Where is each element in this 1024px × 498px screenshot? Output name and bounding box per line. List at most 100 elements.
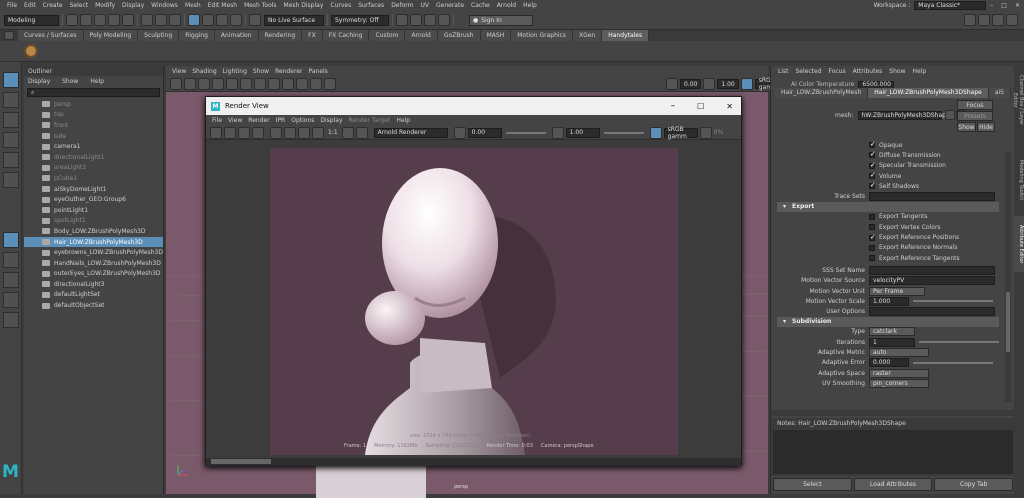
window-minimize-icon[interactable]: – — [671, 101, 676, 111]
attr-menu-selected[interactable]: Selected — [796, 68, 822, 75]
outliner-item[interactable]: areaLight1 — [24, 163, 163, 174]
menu-item-edit-mesh[interactable]: Edit Mesh — [208, 2, 237, 9]
viewport-menu-view[interactable]: View — [172, 68, 186, 75]
select-button[interactable]: Select — [773, 478, 852, 491]
hide-button[interactable]: Hide — [977, 122, 995, 132]
trace-sets-field[interactable] — [869, 192, 995, 202]
outliner-item[interactable]: camera1 — [24, 141, 163, 152]
checkbox[interactable] — [869, 150, 876, 159]
camera-select-icon[interactable] — [170, 78, 182, 90]
outliner-item[interactable]: HandNails_LOW:ZBrushPolyMesh3D — [24, 258, 163, 269]
adaptive-metric-dropdown[interactable]: auto — [869, 347, 929, 357]
save-scene-icon[interactable] — [94, 14, 106, 26]
menu-item-modify[interactable]: Modify — [95, 2, 115, 9]
resolution-gate-icon[interactable] — [254, 78, 266, 90]
live-surface-field[interactable]: No Live Surface — [264, 14, 324, 26]
outliner-item[interactable]: front — [24, 120, 163, 131]
paint-select-tool-icon[interactable] — [3, 112, 19, 128]
focus-button[interactable]: Focus — [957, 100, 993, 110]
outliner-item[interactable]: pCube1 — [24, 173, 163, 184]
snap-grid-icon[interactable] — [188, 14, 200, 26]
new-scene-icon[interactable] — [66, 14, 78, 26]
checkbox[interactable] — [869, 140, 876, 149]
checkbox[interactable] — [869, 171, 876, 180]
menu-item-deform[interactable]: Deform — [391, 2, 413, 9]
attr-menu-attributes[interactable]: Attributes — [853, 68, 883, 75]
shelf-tab-motion-graphics[interactable]: Motion Graphics — [511, 30, 573, 41]
menu-item-cache[interactable]: Cache — [471, 2, 490, 9]
uv-smoothing-dropdown[interactable]: pin_corners — [869, 378, 929, 388]
shelf-tab-animation[interactable]: Animation — [214, 30, 259, 41]
outliner-item[interactable]: aiSkyDomeLight1 — [24, 184, 163, 195]
rv-menu-ipr[interactable]: IPR — [276, 117, 286, 124]
lights-icon[interactable] — [310, 78, 322, 90]
render-settings-icon[interactable] — [424, 14, 436, 26]
render-canvas[interactable]: size: 1024 x 743 zoom: 0.548 (Arnold Ren… — [206, 140, 741, 458]
outliner-search-input[interactable]: ⌕ — [27, 88, 160, 97]
attribute-hscrollbar[interactable] — [771, 410, 1015, 416]
bookmark-icon[interactable] — [198, 78, 210, 90]
checkbox[interactable] — [869, 161, 876, 169]
undo-icon[interactable] — [108, 14, 120, 26]
handytales-logo-icon[interactable] — [24, 44, 38, 58]
gamma-rv-icon[interactable] — [551, 126, 564, 139]
menu-item-help[interactable]: Help — [523, 2, 537, 9]
snap-surface-icon[interactable] — [230, 14, 242, 26]
outliner-item[interactable]: spotLight1 — [24, 216, 163, 227]
shelf-tab-handytales[interactable]: Handytales — [602, 30, 650, 41]
checkbox[interactable] — [869, 233, 876, 241]
viewport-menu-show[interactable]: Show — [253, 68, 269, 75]
checkbox[interactable] — [869, 181, 876, 190]
redo-icon[interactable] — [122, 14, 134, 26]
workspace-dropdown[interactable]: Maya Classic* — [914, 1, 987, 10]
menu-item-mesh[interactable]: Mesh — [185, 2, 201, 9]
gamma-icon[interactable] — [703, 78, 716, 90]
rv-exposure-slider[interactable] — [505, 131, 546, 134]
tool-settings-icon[interactable] — [992, 14, 1004, 26]
move-tool-icon[interactable] — [3, 132, 19, 148]
sss-field[interactable] — [869, 265, 995, 275]
render-view-titlebar[interactable]: M Render View – ☐ ✕ — [206, 97, 741, 115]
symmetry-dropdown[interactable]: Symmetry: Off — [331, 14, 389, 26]
checkbox[interactable] — [869, 213, 875, 220]
four-view-icon[interactable] — [3, 252, 19, 268]
select-tool-icon[interactable] — [3, 72, 19, 88]
outliner-item[interactable]: pointLight1 — [24, 205, 163, 216]
notes-area[interactable]: Notes: Hair_LOW:ZBrushPolyMesh3DShape — [771, 418, 1015, 476]
go-to-input-icon[interactable] — [944, 110, 955, 120]
iterations-slider[interactable] — [919, 341, 999, 344]
side-by-side-icon[interactable] — [3, 272, 19, 288]
ipr-render-icon[interactable] — [410, 14, 422, 26]
outliner-item[interactable]: outerEyes_LOW:ZBrushPolyMesh3D — [24, 269, 163, 280]
shelf-tab-custom[interactable]: Custom — [369, 30, 406, 41]
mesh-name-field[interactable]: hW:ZBrushPolyMesh3DShape — [857, 110, 950, 120]
outliner-item[interactable]: persp — [24, 99, 163, 110]
scrollbar-thumb[interactable] — [211, 459, 271, 464]
type-dropdown[interactable]: catclark — [869, 327, 915, 337]
outliner-item[interactable]: directionalLight3 — [24, 279, 163, 290]
shelf-tab-sculpting[interactable]: Sculpting — [138, 30, 180, 41]
render-view-scrollbar[interactable] — [206, 458, 741, 466]
snapshot-icon[interactable] — [238, 126, 250, 139]
viewport-gamma-field[interactable]: 1.00 — [717, 79, 739, 89]
outliner-item[interactable]: directionalLight1 — [24, 152, 163, 163]
shelf-tab-fx-caching[interactable]: FX Caching — [322, 30, 370, 41]
shelf-tab-fx[interactable]: FX — [302, 30, 323, 41]
scale-tool-icon[interactable] — [3, 172, 19, 188]
minimize-icon[interactable]: – — [990, 2, 993, 9]
maximize-icon[interactable]: □ — [1001, 2, 1007, 9]
camera-attr-icon[interactable] — [184, 78, 196, 90]
node-tab[interactable]: aiS — [988, 88, 1011, 98]
modeling-toolkit-icon[interactable] — [964, 14, 976, 26]
rv-menu-render[interactable]: Render — [248, 117, 269, 124]
mode-dropdown[interactable]: Modeling — [4, 14, 59, 26]
window-maximize-icon[interactable]: ☐ — [697, 102, 704, 111]
lasso-tool-icon[interactable] — [3, 92, 19, 108]
shadows-icon[interactable] — [324, 78, 336, 90]
shelf-tab-mash[interactable]: MASH — [480, 30, 512, 41]
shelf-tab-gozbrush[interactable]: GoZBrush — [437, 30, 481, 41]
iterations-field[interactable]: 1 — [869, 337, 915, 347]
shelf-settings-icon[interactable] — [4, 31, 14, 40]
attribute-scrollbar[interactable] — [1005, 152, 1011, 402]
shelf-tab-rendering[interactable]: Rendering — [258, 30, 303, 41]
